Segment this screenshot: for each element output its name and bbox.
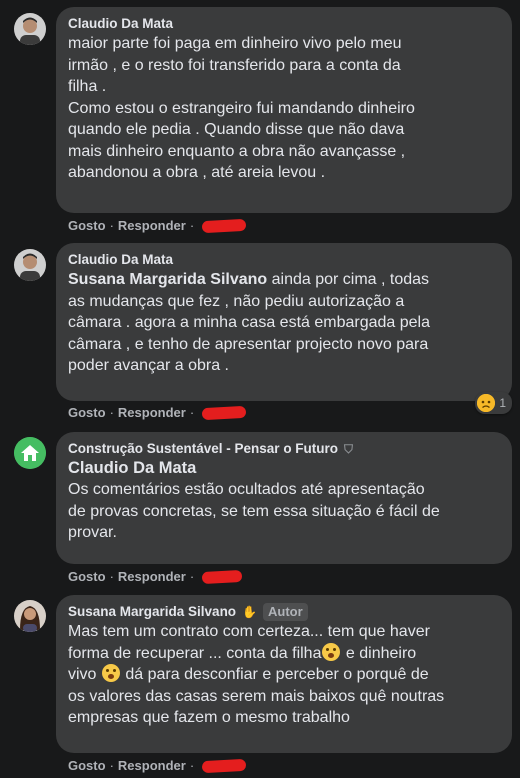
avatar-photo	[14, 249, 46, 281]
avatar-photo	[14, 13, 46, 45]
separator: ·	[109, 218, 114, 233]
reply-link[interactable]: Responder	[118, 218, 186, 233]
comment-text-part3: dá para desconfiar e perceber o porquê d…	[68, 666, 445, 726]
comment-actions: Gosto · Responder ·	[68, 569, 243, 584]
separator: ·	[189, 758, 195, 773]
like-link[interactable]: Gosto	[68, 758, 106, 773]
comment-text: Susana Margarida Silvano ainda por cima …	[68, 269, 500, 377]
separator: ·	[109, 405, 114, 420]
reply-link[interactable]: Responder	[118, 405, 186, 420]
reply-link[interactable]: Responder	[118, 758, 186, 773]
redacted-timestamp	[201, 405, 247, 420]
house-icon	[14, 437, 46, 469]
separator: ·	[109, 569, 114, 584]
sad-reaction-icon	[477, 394, 496, 412]
mention-link[interactable]: Susana Margarida Silvano	[68, 271, 267, 288]
redacted-timestamp	[201, 758, 247, 773]
page-avatar[interactable]	[14, 437, 46, 469]
hand-over-mouth-emoji-icon	[322, 642, 341, 661]
avatar[interactable]	[14, 249, 46, 281]
like-link[interactable]: Gosto	[68, 218, 106, 233]
separator: ·	[189, 218, 195, 233]
separator: ·	[189, 405, 195, 420]
separator: ·	[109, 758, 114, 773]
comment-author[interactable]: Claudio Da Mata	[68, 15, 500, 33]
comment-bubble: Claudio Da Mata Susana Margarida Silvano…	[56, 243, 512, 401]
reaction-count[interactable]: 1	[475, 392, 512, 414]
avatar-photo	[14, 600, 46, 632]
redacted-timestamp	[201, 218, 247, 233]
author-name[interactable]: Susana Margarida Silvano	[68, 603, 236, 621]
shield-icon: ⛉	[344, 442, 354, 456]
reaction-count-value: 1	[499, 396, 506, 410]
redacted-timestamp	[201, 569, 243, 584]
reply-link[interactable]: Responder	[118, 569, 186, 584]
comment-actions: Gosto · Responder ·	[68, 758, 247, 773]
comment-author: Susana Margarida Silvano ✋ Autor	[68, 603, 500, 621]
comment-author[interactable]: Claudio Da Mata	[68, 251, 500, 269]
avatar[interactable]	[14, 13, 46, 45]
comment-actions: Gosto · Responder ·	[68, 218, 247, 233]
wave-hand-icon: ✋	[242, 605, 258, 619]
comment-text: Mas tem um contrato com certeza... tem q…	[68, 621, 500, 729]
comment-actions: Gosto · Responder ·	[68, 405, 247, 420]
comment-text: Os comentários estão ocultados até apres…	[68, 481, 440, 541]
comment-bubble: Susana Margarida Silvano ✋ Autor Mas tem…	[56, 595, 512, 753]
avatar[interactable]	[14, 600, 46, 632]
comment-author[interactable]: Construção Sustentável - Pensar o Futuro…	[68, 440, 500, 458]
hand-over-mouth-emoji-icon	[101, 664, 120, 682]
mention-link[interactable]: Claudio Da Mata	[68, 458, 500, 479]
comment-text: maior parte foi paga em dinheiro vivo pe…	[68, 35, 415, 181]
separator: ·	[189, 569, 195, 584]
like-link[interactable]: Gosto	[68, 569, 106, 584]
like-link[interactable]: Gosto	[68, 405, 106, 420]
comment-bubble: Construção Sustentável - Pensar o Futuro…	[56, 432, 512, 564]
comment-bubble: Claudio Da Mata maior parte foi paga em …	[56, 7, 512, 213]
author-badge: Autor	[263, 603, 308, 621]
